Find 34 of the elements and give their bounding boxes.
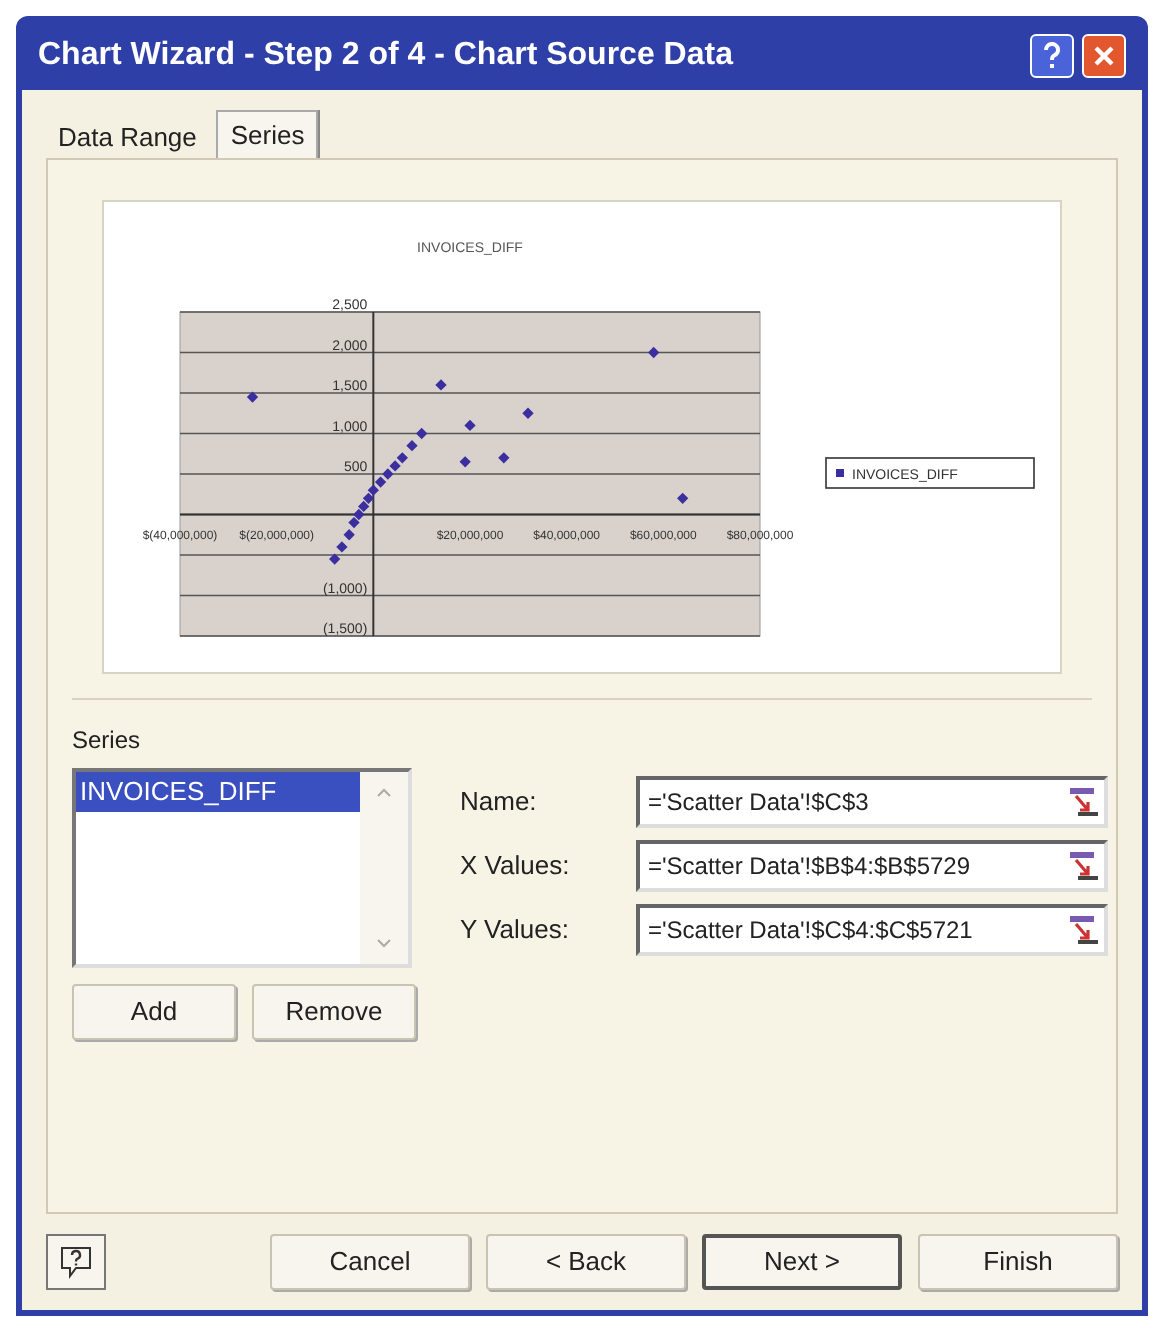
range-field[interactable]: ='Scatter Data'!$B$4:$B$5729: [636, 840, 1108, 892]
series-button[interactable]: Add: [72, 984, 236, 1040]
series-listbox[interactable]: INVOICES_DIFF: [72, 768, 412, 968]
field-label: X Values:: [460, 848, 572, 885]
series-button[interactable]: Remove: [252, 984, 416, 1040]
tab[interactable]: Data Range: [46, 118, 209, 158]
dialog-button[interactable]: Cancel: [270, 1234, 470, 1290]
dialog-button[interactable]: < Back: [486, 1234, 686, 1290]
dialog-button[interactable]: Finish: [918, 1234, 1118, 1290]
dialog-button[interactable]: Next >: [702, 1234, 902, 1290]
question-icon: [1042, 42, 1062, 70]
range-field[interactable]: ='Scatter Data'!$C$3: [636, 776, 1108, 828]
tab[interactable]: Series: [216, 110, 319, 158]
close-icon: [1092, 44, 1116, 68]
range-field[interactable]: ='Scatter Data'!$C$4:$C$5721: [636, 904, 1108, 956]
field-label: Y Values:: [460, 912, 571, 949]
window-title: Chart Wizard - Step 2 of 4 - Chart Source Data: [38, 36, 733, 76]
help-bubble-icon: [58, 1244, 94, 1280]
collapse-dialog-icon[interactable]: [1066, 848, 1102, 884]
field-label: Name:: [460, 784, 539, 821]
data-point: [522, 407, 534, 419]
data-point: [464, 419, 476, 432]
help-button[interactable]: [46, 1234, 106, 1290]
close-button[interactable]: [1082, 34, 1126, 78]
data-point: [677, 492, 689, 504]
series-list-item[interactable]: INVOICES_DIFF: [76, 772, 360, 811]
data-point: [648, 346, 660, 359]
collapse-dialog-icon[interactable]: [1066, 912, 1102, 948]
data-point: [459, 456, 471, 468]
data-point: [498, 452, 510, 464]
data-point: [435, 379, 447, 391]
series-label: Series: [72, 726, 141, 754]
data-point: [246, 391, 259, 403]
collapse-dialog-icon[interactable]: [1066, 784, 1102, 820]
